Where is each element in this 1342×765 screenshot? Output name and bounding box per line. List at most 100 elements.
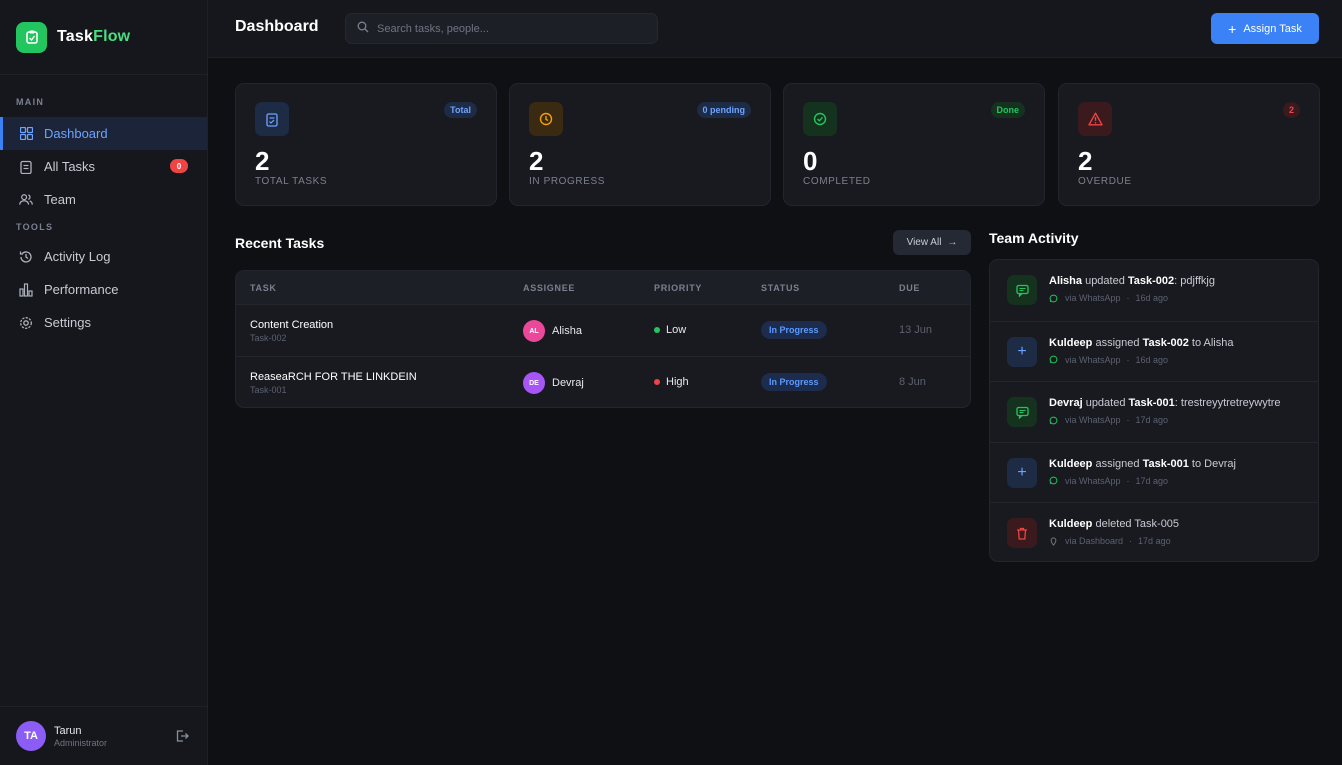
stat-card-overdue[interactable]: 2 2 OVERDUE [1058,83,1320,206]
clipboard-list-icon [19,160,33,174]
task-id: Task-002 [250,333,287,343]
column-header-due: DUE [899,283,921,293]
table-row[interactable]: ReaseaRCH FOR THE LINKDEIN Task-001 DE D… [236,356,970,407]
activity-text: Kuldeep assigned Task-002 to Alisha [1049,336,1234,349]
stat-card-in-progress[interactable]: 0 pending 2 IN PROGRESS [509,83,771,206]
stat-badge: 2 [1282,102,1300,118]
team-activity-title: Team Activity [989,230,1079,246]
sidebar: TaskFlow MAIN Dashboard All Tasks 0 Team… [0,0,208,765]
user-role: Administrator [54,737,108,748]
activity-meta: via Dashboard · 17d ago [1049,536,1171,546]
pin-icon [1050,536,1057,546]
stat-label: COMPLETED [803,176,871,187]
column-header-priority: PRIORITY [654,283,703,293]
activity-text: Kuldeep assigned Task-001 to Devraj [1049,457,1236,470]
activity-item[interactable]: + Kuldeep assigned Task-001 to Devraj vi… [990,441,1318,503]
brand[interactable]: TaskFlow [0,0,207,75]
avatar: DE [523,372,545,394]
sidebar-item-activity-log[interactable]: Activity Log [0,240,207,273]
check-circle-icon [803,102,837,136]
sidebar-item-label: Team [44,192,76,207]
user-profile[interactable]: TA Tarun Administrator [0,706,208,765]
stat-card-total[interactable]: Total 2 TOTAL TASKS [235,83,497,206]
assignee-name: Devraj [552,377,584,389]
activity-item[interactable]: Alisha updated Task-002: pdjffkjg via Wh… [990,260,1318,321]
stat-badge: 0 pending [696,102,751,118]
table-row[interactable]: Content Creation Task-002 AL Alisha Low … [236,304,970,356]
assignee: AL Alisha [523,320,582,342]
user-name: Tarun [54,724,82,737]
stat-label: OVERDUE [1078,176,1132,187]
stat-value: 2 [529,146,544,176]
sidebar-item-label: Activity Log [44,249,111,264]
plus-icon: + [1007,336,1037,367]
stat-value: 0 [803,146,818,176]
table-header: TASK ASSIGNEE PRIORITY STATUS DUE [236,271,970,304]
activity-item[interactable]: Kuldeep deleted Task-005 via Dashboard · 1… [990,502,1318,561]
search-icon [357,20,369,38]
status-badge: In Progress [761,373,827,391]
recent-tasks-title: Recent Tasks [235,235,325,251]
view-all-button[interactable]: View All → [893,230,971,255]
priority-label: High [666,376,689,388]
recent-tasks-table: TASK ASSIGNEE PRIORITY STATUS DUE Conten… [235,270,971,408]
activity-meta: via WhatsApp · 16d ago [1049,355,1168,365]
stat-label: TOTAL TASKS [255,176,328,187]
view-all-label: View All [906,237,942,248]
stat-value: 2 [255,146,270,176]
gear-icon [19,316,33,330]
clipboard-icon [16,21,47,53]
grid-icon [19,127,33,141]
whatsapp-icon [1049,476,1058,485]
trash-icon [1007,518,1037,548]
column-header-task: TASK [250,283,277,293]
sidebar-item-label: Performance [44,282,119,297]
message-icon [1007,275,1037,305]
clipboard-check-icon [255,102,289,136]
search-input[interactable] [377,22,637,35]
task-id: Task-001 [250,385,287,395]
team-activity-list: Alisha updated Task-002: pdjffkjg via Wh… [989,259,1319,562]
activity-text: Kuldeep deleted Task-005 [1049,518,1180,530]
status-badge: In Progress [761,321,827,339]
whatsapp-icon [1049,294,1058,302]
task-name: ReaseaRCH FOR THE LINKDEIN [250,371,417,383]
logout-icon[interactable] [175,729,189,743]
section-label-main: MAIN [16,97,45,107]
sidebar-item-all-tasks[interactable]: All Tasks 0 [0,150,207,183]
sidebar-item-team[interactable]: Team [0,183,207,216]
task-count-badge: 0 [170,159,188,173]
priority: High [654,376,689,388]
sidebar-item-settings[interactable]: Settings [0,306,207,339]
section-label-tools: TOOLS [16,222,54,232]
assignee-name: Alisha [552,325,582,337]
stat-badge: Done [990,102,1025,118]
activity-text: Alisha updated Task-002: pdjffkjg [1049,275,1215,287]
priority-label: Low [666,324,687,336]
sidebar-item-dashboard[interactable]: Dashboard [0,117,207,150]
activity-meta: via WhatsApp · 17d ago [1049,415,1168,425]
whatsapp-icon [1049,355,1058,364]
activity-item[interactable]: Devraj updated Task-001: trestreyytretre… [990,381,1318,442]
history-icon [19,250,33,264]
due-date: 13 Jun [899,324,933,336]
avatar: TA [16,721,46,751]
priority-dot-icon [654,379,660,385]
activity-item[interactable]: + Kuldeep assigned Task-002 to Alisha vi… [990,320,1318,382]
search-bar[interactable] [345,13,658,44]
column-header-status: STATUS [761,283,800,293]
assign-task-label: Assign Task [1243,22,1302,35]
whatsapp-icon [1049,416,1058,424]
arrow-right-icon: → [947,237,958,248]
activity-text: Devraj updated Task-001: trestreyytretre… [1049,397,1281,409]
column-header-assignee: ASSIGNEE [523,283,576,293]
brand-name: TaskFlow [57,28,131,45]
clock-icon [529,102,563,136]
plus-icon: + [1007,457,1037,488]
stat-card-completed[interactable]: Done 0 COMPLETED [783,83,1045,206]
assign-task-button[interactable]: + Assign Task [1211,13,1319,44]
sidebar-item-performance[interactable]: Performance [0,273,207,306]
page-title: Dashboard [235,18,319,35]
task-name: Content Creation [250,319,334,331]
priority-dot-icon [654,327,660,333]
